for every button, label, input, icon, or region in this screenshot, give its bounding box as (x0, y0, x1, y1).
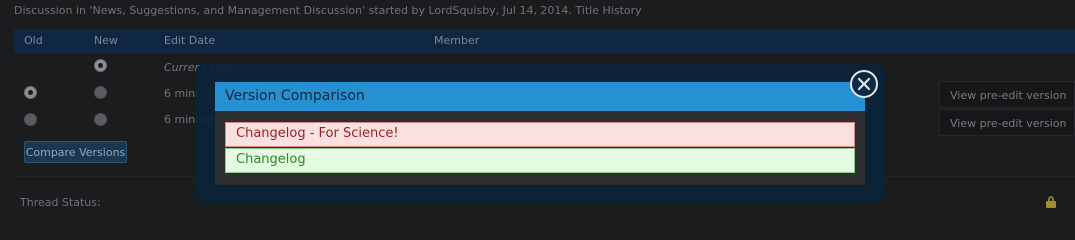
thread-status-label: Thread Status: (20, 196, 101, 209)
old-version-radio[interactable] (24, 86, 37, 99)
close-button[interactable] (850, 70, 878, 98)
column-header-new: New (94, 34, 118, 47)
new-version-radio[interactable] (94, 113, 107, 126)
new-version-radio[interactable] (94, 59, 107, 72)
new-version-radio[interactable] (94, 86, 107, 99)
modal-title: Version Comparison (215, 82, 865, 111)
version-comparison-modal: Version Comparison Changelog - For Scien… (215, 82, 865, 185)
column-header-edit-date: Edit Date (164, 34, 216, 47)
old-version-radio[interactable] (24, 113, 37, 126)
view-pre-edit-button[interactable]: View pre-edit version (939, 109, 1075, 136)
thread-meta-line: Discussion in 'News, Suggestions, and Ma… (14, 4, 642, 17)
diff-added-line: Changelog (225, 148, 855, 173)
history-table-header: Old New Edit Date Member (14, 29, 1075, 53)
compare-versions-button[interactable]: Compare Versions (24, 141, 127, 163)
view-pre-edit-button[interactable]: View pre-edit version (939, 81, 1075, 108)
column-header-old: Old (24, 34, 43, 47)
close-icon (858, 78, 870, 90)
lock-icon (1046, 196, 1056, 208)
diff-removed-line: Changelog - For Science! (225, 122, 855, 147)
column-header-member: Member (434, 34, 480, 47)
